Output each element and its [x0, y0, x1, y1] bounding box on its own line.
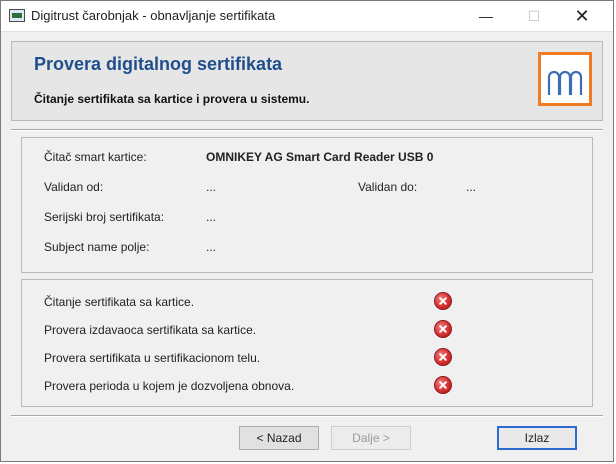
error-icon	[434, 320, 452, 338]
check-row: Čitanje sertifikata sa kartice.	[44, 292, 564, 312]
error-icon	[434, 292, 452, 310]
check-label: Čitanje sertifikata sa kartice.	[44, 295, 195, 309]
maximize-button[interactable]: ☐	[511, 1, 557, 31]
subject-name-label: Subject name polje:	[44, 240, 150, 254]
certificate-info-panel: Čitač smart kartice: OMNIKEY AG Smart Ca…	[21, 137, 593, 273]
error-icon	[434, 376, 452, 394]
close-button[interactable]: ✕	[559, 1, 605, 31]
minimize-button[interactable]: —	[463, 1, 509, 31]
check-row: Provera perioda u kojem je dozvoljena ob…	[44, 376, 564, 396]
subject-name-value: ...	[206, 240, 217, 254]
digitrust-logo	[538, 52, 592, 106]
serial-number-value: ...	[206, 210, 217, 224]
logo-arches-icon	[547, 70, 583, 95]
page-subtitle: Čitanje sertifikata sa kartice i provera…	[34, 92, 310, 106]
valid-to-value: ...	[466, 180, 477, 194]
title-bar[interactable]: Digitrust čarobnjak - obnavljanje sertif…	[1, 1, 613, 32]
check-label: Provera sertifikata u sertifikacionom te…	[44, 351, 261, 365]
header-panel: Provera digitalnog sertifikata Čitanje s…	[11, 41, 603, 121]
app-icon	[9, 9, 25, 22]
check-label: Provera perioda u kojem je dozvoljena ob…	[44, 379, 295, 393]
error-icon	[434, 348, 452, 366]
serial-number-label: Serijski broj sertifikata:	[44, 210, 165, 224]
valid-to-label: Validan do:	[358, 180, 418, 194]
back-button[interactable]: < Nazad	[239, 426, 319, 450]
valid-from-label: Validan od:	[44, 180, 104, 194]
wizard-window: Digitrust čarobnjak - obnavljanje sertif…	[0, 0, 614, 462]
check-row: Provera izdavaoca sertifikata sa kartice…	[44, 320, 564, 340]
window-title: Digitrust čarobnjak - obnavljanje sertif…	[31, 8, 276, 23]
header-separator	[11, 129, 603, 131]
valid-from-value: ...	[206, 180, 217, 194]
footer-separator	[11, 415, 603, 417]
reader-label: Čitač smart kartice:	[44, 150, 147, 164]
verification-checks-panel: Čitanje sertifikata sa kartice. Provera …	[21, 279, 593, 407]
reader-value: OMNIKEY AG Smart Card Reader USB 0	[206, 150, 434, 164]
next-button[interactable]: Dalje >	[331, 426, 411, 450]
check-label: Provera izdavaoca sertifikata sa kartice…	[44, 323, 257, 337]
exit-button[interactable]: Izlaz	[497, 426, 577, 450]
page-title: Provera digitalnog sertifikata	[34, 54, 283, 74]
check-row: Provera sertifikata u sertifikacionom te…	[44, 348, 564, 368]
